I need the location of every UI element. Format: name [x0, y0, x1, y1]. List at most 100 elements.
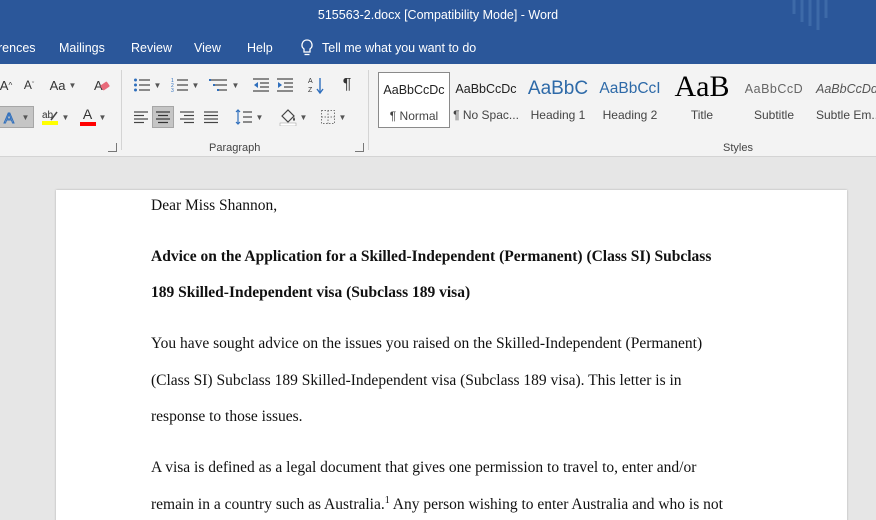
highlighter-icon: ab	[41, 110, 58, 125]
svg-text:3: 3	[171, 88, 174, 93]
paragraph-group: ▼ 123 ▼ ▼ A Z ¶ ▼ ▼ ▼ Paragraph	[122, 64, 367, 157]
align-right-button[interactable]	[176, 106, 198, 128]
align-left-button[interactable]	[130, 106, 152, 128]
style-preview: AaBbCcDc	[455, 82, 517, 96]
align-left-icon	[134, 111, 148, 124]
svg-text:Z: Z	[308, 87, 313, 94]
align-center-icon	[156, 111, 170, 124]
style-name: Heading 2	[602, 108, 658, 122]
multilevel-list-icon	[208, 79, 227, 91]
style-name: Subtle Em...	[816, 108, 876, 122]
decrease-indent-button[interactable]	[250, 74, 272, 96]
paragraph-1-line-1: You have sought advice on the issues you…	[151, 335, 703, 352]
font-group: A ^ Aˇ Aa ▼ A A ▼ ab ▼ A ▼	[0, 64, 120, 157]
style-name: ¶ No Spac...	[453, 108, 519, 122]
style-title[interactable]: AaB Title	[666, 70, 738, 128]
style-name: ¶ Normal	[389, 109, 439, 123]
show-formatting-marks-button[interactable]: ¶	[336, 74, 358, 96]
decrease-indent-icon	[253, 78, 269, 92]
sort-button[interactable]: AZ	[306, 74, 328, 96]
title-bar-pattern	[792, 0, 828, 30]
grow-font-label: A	[0, 77, 9, 93]
sort-icon: AZ	[308, 78, 324, 94]
clear-formatting-button[interactable]: A	[92, 74, 112, 96]
window-title: 515563-2.docx [Compatibility Mode] - Wor…	[317, 8, 559, 22]
justify-icon	[204, 111, 218, 124]
paragraph-2-line-2-start: remain in a country such as Australia.	[151, 496, 385, 513]
paragraph-1-line-3: response to those issues.	[151, 408, 303, 425]
style-name: Title	[690, 108, 714, 122]
document-area[interactable]: Dear Miss Shannon, Advice on the Applica…	[0, 158, 876, 520]
clear-formatting-icon: A	[94, 78, 110, 93]
style-subtle-emphasis[interactable]: AaBbCcDd Subtle Em...	[810, 72, 876, 128]
pilcrow-icon: ¶	[342, 76, 352, 93]
style-preview: AaBbCcI	[599, 80, 661, 97]
bullets-icon	[133, 78, 150, 92]
grow-font-button[interactable]: A ^	[0, 74, 14, 96]
title-bar: 515563-2.docx [Compatibility Mode] - Wor…	[0, 0, 876, 32]
style-preview: AaBbCcDc	[383, 83, 445, 97]
tab-help[interactable]: Help	[247, 41, 273, 55]
style-preview: AaBbC	[527, 78, 589, 99]
style-heading-1[interactable]: AaBbC Heading 1	[522, 72, 594, 128]
align-right-icon	[180, 111, 194, 124]
tab-references[interactable]: rences	[0, 41, 36, 55]
style-heading-2[interactable]: AaBbCcI Heading 2	[594, 72, 666, 128]
justify-button[interactable]	[200, 106, 222, 128]
style-subtitle[interactable]: AaBbCcD Subtitle	[738, 72, 810, 128]
ribbon: A ^ Aˇ Aa ▼ A A ▼ ab ▼ A ▼ ▼ 1 2 3 ▼ ▼ A…	[0, 64, 876, 157]
font-color-letter: A	[82, 106, 93, 122]
text-effects-button[interactable]: A ▼	[0, 106, 34, 128]
borders-button[interactable]: ▼	[316, 106, 350, 128]
styles-group-label: Styles	[723, 142, 753, 154]
numbering-button[interactable]: 123 ▼	[168, 74, 202, 96]
bullets-button[interactable]: ▼	[130, 74, 164, 96]
tell-me-box[interactable]: Tell me what you want to do	[300, 39, 476, 57]
highlight-color-button[interactable]: ab ▼	[38, 106, 72, 128]
paragraph-group-label: Paragraph	[209, 142, 261, 154]
paint-bucket-icon	[279, 109, 296, 126]
style-no-spacing[interactable]: AaBbCcDc ¶ No Spac...	[450, 72, 522, 128]
styles-group: AaBbCcDc ¶ Normal AaBbCcDc ¶ No Spac... …	[370, 64, 876, 157]
paragraph-1-line-2: (Class SI) Subclass 189 Skilled-Independ…	[151, 372, 682, 389]
tab-review[interactable]: Review	[131, 41, 172, 55]
document-page[interactable]: Dear Miss Shannon, Advice on the Applica…	[56, 190, 847, 520]
increase-indent-icon	[277, 78, 293, 92]
font-dialog-launcher[interactable]	[108, 143, 117, 152]
line-spacing-button[interactable]: ▼	[232, 106, 266, 128]
tell-me-label: Tell me what you want to do	[322, 41, 477, 55]
style-preview: AaBbCcDd	[816, 82, 876, 96]
paragraph-dialog-launcher[interactable]	[355, 143, 364, 152]
shading-button[interactable]: ▼	[276, 106, 310, 128]
group-separator	[368, 70, 369, 150]
tab-mailings[interactable]: Mailings	[59, 41, 105, 55]
heading-line-1: Advice on the Application for a Skilled-…	[151, 248, 712, 265]
heading-line-2: 189 Skilled-Independent visa (Subclass 1…	[151, 284, 471, 301]
numbering-icon: 123	[171, 78, 188, 93]
paragraph-2-line-1: A visa is defined as a legal document th…	[151, 459, 697, 476]
increase-indent-button[interactable]	[274, 74, 296, 96]
style-name: Subtitle	[753, 108, 795, 122]
change-case-label: Aa	[49, 77, 66, 93]
align-center-button[interactable]	[152, 106, 174, 128]
text-effects-icon: A	[3, 110, 14, 126]
style-normal[interactable]: AaBbCcDc ¶ Normal	[378, 72, 450, 128]
shrink-font-button[interactable]: Aˇ	[20, 74, 38, 96]
style-name: Heading 1	[530, 108, 586, 122]
multilevel-list-button[interactable]: ▼	[206, 74, 242, 96]
change-case-button[interactable]: Aa ▼	[48, 74, 78, 96]
svg-text:A: A	[4, 110, 14, 125]
tab-view[interactable]: View	[194, 41, 221, 55]
lightbulb-icon	[301, 39, 313, 56]
borders-icon	[320, 110, 335, 124]
style-preview: AaBbCcD	[744, 82, 804, 96]
style-preview: AaB	[674, 70, 730, 103]
paragraph-2-line-2: remain in a country such as Australia.1 …	[151, 495, 723, 514]
paragraph-2-line-2-end: Any person wishing to enter Australia an…	[389, 496, 723, 513]
shrink-font-label: A	[23, 78, 32, 92]
line-spacing-icon	[235, 109, 252, 125]
font-color-button[interactable]: A ▼	[76, 106, 110, 128]
svg-text:A: A	[308, 78, 313, 85]
font-color-swatch	[79, 122, 96, 126]
salutation: Dear Miss Shannon,	[151, 197, 278, 214]
